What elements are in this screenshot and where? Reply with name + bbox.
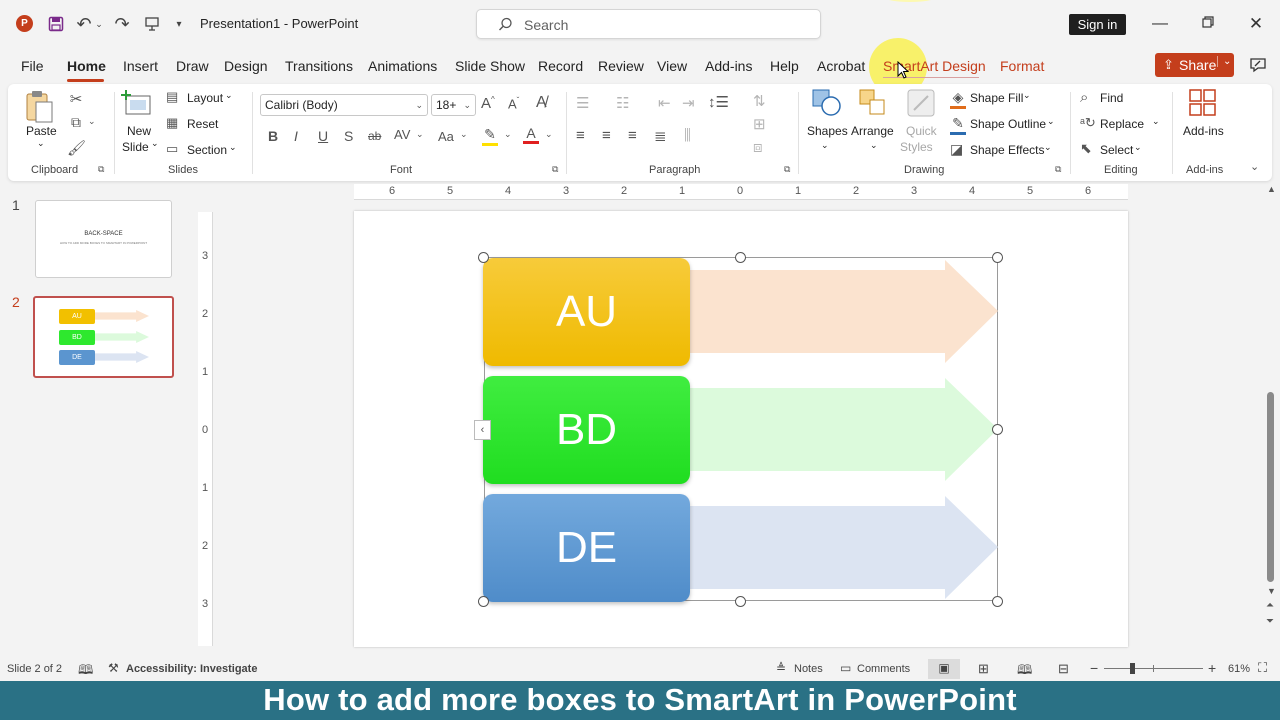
previous-slide-icon[interactable]: ⏶: [1266, 600, 1274, 611]
next-slide-icon[interactable]: ⏷: [1266, 616, 1274, 627]
arrow-de[interactable]: [690, 496, 998, 599]
comments-icon[interactable]: ▭: [840, 661, 851, 675]
resize-handle-bottom[interactable]: [735, 596, 746, 607]
resize-handle-bottom-right[interactable]: [992, 596, 1003, 607]
arrow-bd[interactable]: [690, 378, 998, 481]
resize-handle-bottom-left[interactable]: [478, 596, 489, 607]
slide-sorter-icon[interactable]: ⊞: [978, 661, 989, 677]
slideshow-view-icon[interactable]: ⊟: [1058, 661, 1069, 677]
comments-button[interactable]: Comments: [857, 663, 910, 675]
resize-handle-top-right[interactable]: [992, 252, 1003, 263]
accessibility-icon[interactable]: ⚒: [108, 661, 119, 675]
spelling-icon[interactable]: 🕮: [78, 661, 93, 683]
scroll-up-icon[interactable]: ▲: [1267, 184, 1276, 194]
resize-handle-right[interactable]: [992, 424, 1003, 435]
normal-view-icon[interactable]: ▣: [928, 659, 960, 679]
smartart-box-bd[interactable]: BD: [483, 376, 690, 484]
zoom-slider-thumb[interactable]: [1130, 663, 1135, 674]
vertical-scrollbar[interactable]: ▲ ▼ ⏶ ⏷: [1264, 184, 1280, 654]
reading-view-icon[interactable]: 🕮: [1017, 661, 1032, 683]
smartart-box-de[interactable]: DE: [483, 494, 690, 602]
box-label: AU: [555, 287, 618, 336]
box-label: DE: [555, 523, 618, 572]
arrow-au[interactable]: [690, 260, 998, 363]
zoom-in-icon[interactable]: +: [1208, 660, 1216, 676]
accessibility-status[interactable]: Accessibility: Investigate: [126, 663, 257, 675]
slide-indicator: Slide 2 of 2: [7, 663, 63, 675]
resize-handle-top[interactable]: [735, 252, 746, 263]
box-label: BD: [555, 405, 618, 454]
notes-button[interactable]: Notes: [794, 663, 823, 675]
scroll-down-icon[interactable]: ▼: [1267, 586, 1276, 596]
status-bar: Slide 2 of 2 🕮 ⚒ Accessibility: Investig…: [0, 657, 1280, 681]
zoom-slider-center-mark: [1153, 665, 1154, 672]
video-caption: How to add more boxes to SmartArt in Pow…: [0, 681, 1280, 720]
resize-handle-top-left[interactable]: [478, 252, 489, 263]
scroll-thumb[interactable]: [1267, 392, 1274, 582]
zoom-out-icon[interactable]: −: [1090, 660, 1098, 676]
zoom-level[interactable]: 61%: [1228, 663, 1250, 675]
text-pane-toggle[interactable]: ‹: [474, 420, 491, 440]
smartart-box-au[interactable]: AU: [483, 258, 690, 366]
fit-slide-icon[interactable]: ⛶: [1258, 660, 1267, 676]
notes-icon[interactable]: ≜: [776, 661, 786, 675]
